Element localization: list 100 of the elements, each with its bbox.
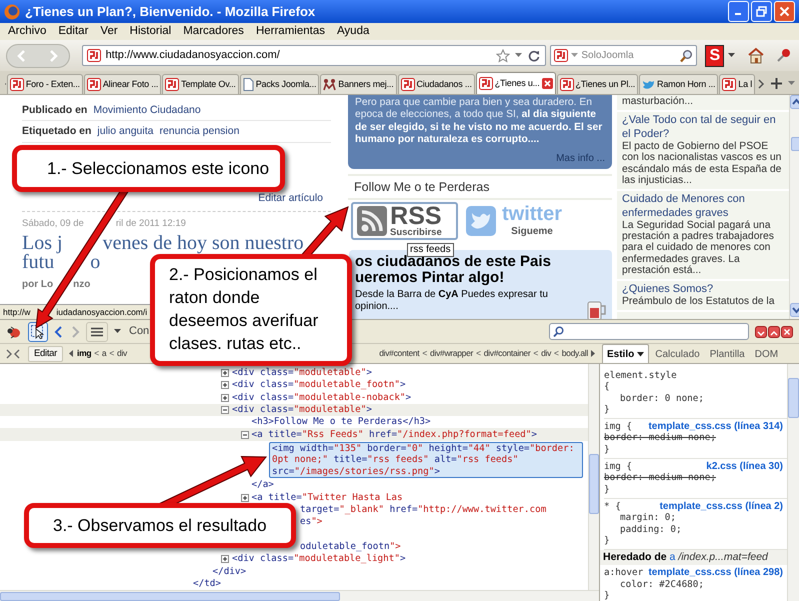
browser-tab[interactable]: Banners mej... [320,74,396,94]
close-button[interactable] [781,326,793,338]
sidebar-text: La Seguridad Social pagará una prestación a padres trabajadores para el cuidado de menores con enfermedades graves. La prestación está... [622,220,775,276]
address-field[interactable]: http://www.ciudadanosyaccion.com/ [82,45,546,66]
breadcrumb-item[interactable]: img [77,347,92,360]
scroll-thumb[interactable] [790,137,799,151]
menu-item[interactable]: Ver [94,24,124,39]
sidebar-link[interactable]: ¿Vale Todo con tal de seguir en el Poder? [622,113,784,142]
scroll-thumb[interactable] [788,378,799,418]
caret-icon[interactable] [515,53,522,58]
breadcrumb-item[interactable]: body.all [562,347,588,360]
scroll-left-icon[interactable] [69,350,74,357]
new-tab-icon[interactable] [771,78,782,89]
back-chevron-icon[interactable] [54,324,64,338]
code-line[interactable]: <div class="moduletable_light"> [232,552,406,566]
breadcrumb-item[interactable]: a [102,347,106,360]
menu-item[interactable]: Herramientas [250,24,331,39]
minimize-button[interactable] [755,326,767,338]
breadcrumb-item[interactable]: div#wrapper [430,347,474,360]
scroll-right-icon[interactable] [756,78,765,88]
browser-tab[interactable]: Ciudadanos ... [398,74,475,94]
css-property[interactable]: border: medium none; [588,472,783,484]
scrollbar[interactable] [789,95,799,319]
menu-item[interactable]: Marcadores [177,24,250,39]
css-property[interactable]: border: 0 none; [604,392,783,404]
caret-icon[interactable] [728,53,736,58]
browser-tab[interactable]: Alinear Foto ... [84,74,162,94]
browser-tab[interactable]: ¿Tienes un Pl... [556,74,638,94]
menu-item[interactable]: Archivo [2,24,52,39]
stylesheet-link[interactable]: template_css.css (línea 2) [660,500,783,512]
menu-item[interactable]: Ayuda [330,24,376,39]
code-line[interactable]: <div class="moduletable-noback"> [232,390,412,405]
css-property[interactable]: color: #2C4680; [604,578,783,590]
css-property[interactable]: margin: 0; [604,512,783,524]
sidebar-link[interactable]: ¿Quienes Somos? [622,282,784,296]
close-tab-icon[interactable] [542,78,553,89]
code-line[interactable]: </a> [252,478,274,492]
panel-tab[interactable]: Con [127,323,152,340]
detach-button[interactable] [768,326,780,338]
reload-icon[interactable] [527,48,542,62]
scroll-thumb[interactable] [0,592,340,600]
stylesheet-link[interactable]: template_css.css (línea 298) [648,567,783,579]
expand-toggle-icon[interactable] [221,555,229,564]
browser-tab[interactable]: La l [719,74,755,94]
breadcrumb-item[interactable]: div#container [484,347,530,360]
scrollbar[interactable] [588,364,599,590]
inspect-arrow-icon[interactable] [6,348,20,360]
toolbar-logo-button[interactable]: S [705,44,724,66]
breadcrumb-item[interactable]: div [541,347,552,360]
expand-toggle-icon[interactable] [221,369,229,378]
scroll-thumb[interactable] [589,454,599,514]
search-icon[interactable] [679,48,694,62]
browser-tab[interactable]: Ramon Horn ... [639,74,718,94]
menu-button[interactable] [86,322,108,342]
code-line[interactable]: <div class="moduletable_footn"> [232,378,406,392]
bug-icon[interactable] [6,324,22,338]
code-line[interactable]: <a title="Twitter Hasta Las [252,490,403,505]
scrollbar[interactable] [787,364,799,601]
tag-link[interactable]: renuncia pension [159,124,240,140]
side-panel-tab[interactable]: Calculado [651,346,704,363]
expand-toggle-icon[interactable] [221,381,229,390]
browser-tab[interactable]: Foro - Exten... [6,74,83,94]
menu-item[interactable]: Historial [124,24,178,39]
side-panel-tab[interactable]: DOM [750,346,782,363]
code-line[interactable]: <div class="moduletable"> [232,366,372,380]
home-icon[interactable] [747,47,766,64]
side-panel-tab[interactable]: Estilo [602,344,650,363]
browser-tab[interactable]: Template Ov... [162,74,239,94]
search-field[interactable]: SoloJoomla [550,45,698,66]
rss-badge[interactable]: RSS Suscribirse [351,202,458,240]
scroll-right-icon[interactable] [591,350,596,357]
browser-tab[interactable]: ¿Tienes u... [476,72,556,94]
menu-item[interactable]: Editar [52,24,94,39]
category-link[interactable]: Movimiento Ciudadano [93,102,201,118]
stylesheet-link[interactable]: template_css.css (línea 314) [648,421,783,432]
collapse-toggle-icon[interactable] [240,430,248,439]
search-input[interactable]: SoloJoomla [581,48,672,63]
edit-article-link[interactable]: Editar artículo [258,191,323,207]
tag-link[interactable]: julio anguita [97,124,154,140]
sidebar-link[interactable]: Cuidado de Menores con enfermedades graves [622,192,784,220]
code-line[interactable]: </div> [212,564,246,578]
css-property[interactable]: border: medium none; [588,432,783,444]
edit-button[interactable]: Editar [28,346,64,362]
collapse-toggle-icon[interactable] [221,406,229,414]
scrollbar[interactable] [0,590,599,601]
search-field[interactable] [549,323,749,340]
css-property[interactable]: padding: 0; [604,524,783,535]
stylesheet-link[interactable]: k2.css (línea 30) [706,461,783,472]
pin-icon[interactable] [775,48,793,64]
breadcrumb-item[interactable]: div#content [379,347,420,360]
code-line[interactable]: oduletable_footn"> [300,540,401,554]
restore-button[interactable] [751,1,772,22]
expand-toggle-icon[interactable] [240,494,248,502]
code-line[interactable]: </td> [193,576,221,591]
side-panel-tab[interactable]: Plantilla [706,346,749,363]
code-line[interactable]: <h3>Follow Me o te Perderas</h3> [252,415,431,430]
expand-toggle-icon[interactable] [221,394,229,402]
star-icon[interactable] [496,48,510,62]
browser-tab[interactable]: Packs Joomla... [240,74,320,94]
breadcrumb-item[interactable]: div [117,347,127,360]
